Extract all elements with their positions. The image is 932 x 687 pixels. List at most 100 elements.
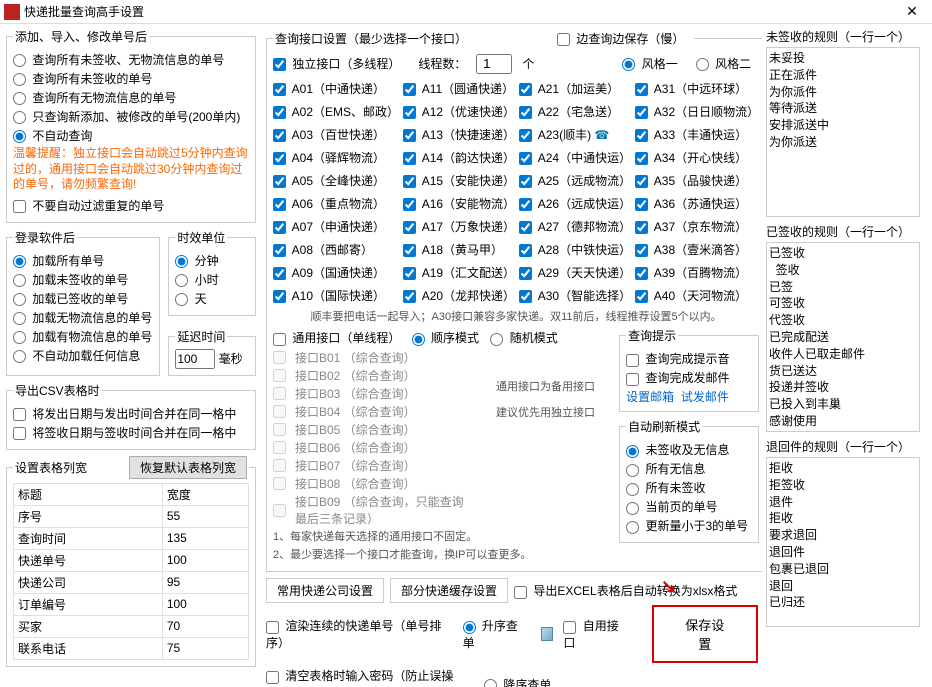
iface-a-30[interactable]: A28（中铁快运） xyxy=(519,241,631,258)
iface-a-18[interactable]: A25（远成物流） xyxy=(519,172,631,189)
time-unit-opt-0[interactable]: 分钟 xyxy=(175,252,249,269)
iface-b-0[interactable]: 接口B01 （综合查询） xyxy=(273,349,468,366)
iface-a-2[interactable]: A21（加运美） xyxy=(519,80,631,97)
export-csv-cb-1[interactable]: 将签收日期与签收时间合并在同一格中 xyxy=(13,424,249,441)
table-row[interactable]: 买家70 xyxy=(14,615,249,637)
after-login-opt-0[interactable]: 加载所有单号 xyxy=(13,252,153,269)
reset-widths-button[interactable]: 恢复默认表格列宽 xyxy=(129,456,247,479)
set-mail-link[interactable]: 设置邮箱 xyxy=(626,390,674,404)
table-row[interactable]: 快递公司95 xyxy=(14,571,249,593)
iface-a-21[interactable]: A16（安能物流） xyxy=(403,195,515,212)
iface-a-3[interactable]: A31（中远环球） xyxy=(635,80,759,97)
refresh-opt-0[interactable]: 未签收及无信息 xyxy=(626,441,752,458)
iface-a-6[interactable]: A22（宅急送） xyxy=(519,103,631,120)
iface-a-38[interactable]: A30（智能选择） xyxy=(519,287,631,304)
iface-a-12[interactable]: A04（驿辉物流） xyxy=(273,149,399,166)
desc-radio[interactable]: 降序查单 xyxy=(484,676,551,687)
refresh-opt-4[interactable]: 更新量小于3的单号 xyxy=(626,517,752,534)
iface-b-1[interactable]: 接口B02 （综合查询） xyxy=(273,367,468,384)
iface-a-32[interactable]: A09（国通快递） xyxy=(273,264,399,281)
iface-a-27[interactable]: A37（京东物流） xyxy=(635,218,759,235)
time-unit-opt-1[interactable]: 小时 xyxy=(175,271,249,288)
tab-cache-settings[interactable]: 部分快递缓存设置 xyxy=(390,578,508,603)
table-row[interactable]: 订单编号100 xyxy=(14,593,249,615)
iface-a-39[interactable]: A40（天河物流） xyxy=(635,287,759,304)
iface-a-0[interactable]: A01（中通快递） xyxy=(273,80,399,97)
iface-b-7[interactable]: 接口B08 （综合查询） xyxy=(273,475,468,492)
unsigned-rules-input[interactable] xyxy=(766,47,920,217)
iface-b-2[interactable]: 接口B03 （综合查询） xyxy=(273,385,468,402)
iface-a-24[interactable]: A07（申通快递） xyxy=(273,218,399,235)
no-dedup-checkbox[interactable]: 不要自动过滤重复的单号 xyxy=(13,197,249,214)
iface-a-9[interactable]: A13（快捷速递） xyxy=(403,126,515,143)
tip-mail-checkbox[interactable]: 查询完成发邮件 xyxy=(626,369,752,386)
random-mode-radio[interactable]: 随机模式 xyxy=(490,329,557,346)
tip-sound-checkbox[interactable]: 查询完成提示音 xyxy=(626,350,752,367)
iface-a-25[interactable]: A17（万象快递） xyxy=(403,218,515,235)
after-login-opt-4[interactable]: 加载有物流信息的单号 xyxy=(13,328,153,345)
signed-rules-input[interactable] xyxy=(766,242,920,432)
iface-a-4[interactable]: A02（EMS、邮政） xyxy=(273,103,399,120)
after-login-opt-5[interactable]: 不自动加载任何信息 xyxy=(13,347,153,364)
iface-a-22[interactable]: A26（远成快运） xyxy=(519,195,631,212)
refresh-opt-2[interactable]: 所有未签收 xyxy=(626,479,752,496)
iface-b-4[interactable]: 接口B05 （综合查询） xyxy=(273,421,468,438)
after-add-opt-4[interactable]: 不自动查询 xyxy=(13,127,249,144)
iface-a-26[interactable]: A27（德邦物流） xyxy=(519,218,631,235)
iface-a-37[interactable]: A20（龙邦快递） xyxy=(403,287,515,304)
iface-a-29[interactable]: A18（黄马甲） xyxy=(403,241,515,258)
iface-a-10[interactable]: A23(顺丰) ☎ xyxy=(519,126,631,143)
iface-a-8[interactable]: A03（百世快递） xyxy=(273,126,399,143)
iface-a-5[interactable]: A12（优速快递） xyxy=(403,103,515,120)
close-icon[interactable]: ✕ xyxy=(896,3,928,20)
export-xlsx-checkbox[interactable]: 导出EXCEL表格后自动转换为xlsx格式 xyxy=(514,582,737,599)
clear-pwd-checkbox[interactable]: 清空表格时输入密码（防止误操作） xyxy=(266,667,466,687)
style2-radio[interactable]: 风格二 xyxy=(696,55,751,72)
generic-iface-checkbox[interactable]: 通用接口（单线程） xyxy=(273,329,400,346)
asc-radio[interactable]: 升序查单 xyxy=(463,617,523,651)
delay-input[interactable] xyxy=(175,349,215,369)
save-button[interactable]: 保存设置 xyxy=(652,605,758,663)
threads-input[interactable] xyxy=(476,54,512,74)
after-login-opt-1[interactable]: 加载未签收的单号 xyxy=(13,271,153,288)
iface-a-1[interactable]: A11（圆通快递） xyxy=(403,80,515,97)
iface-a-14[interactable]: A24（中通快运） xyxy=(519,149,631,166)
iface-a-28[interactable]: A08（西邮寄） xyxy=(273,241,399,258)
test-mail-link[interactable]: 试发邮件 xyxy=(681,390,729,404)
iface-a-34[interactable]: A29（天天快递） xyxy=(519,264,631,281)
iface-a-19[interactable]: A35（品骏快递） xyxy=(635,172,759,189)
iface-a-13[interactable]: A14（韵达快递） xyxy=(403,149,515,166)
iface-b-6[interactable]: 接口B07 （综合查询） xyxy=(273,457,468,474)
indep-iface-checkbox[interactable]: 独立接口（多线程） xyxy=(273,55,400,72)
time-unit-opt-2[interactable]: 天 xyxy=(175,290,249,307)
iface-a-36[interactable]: A10（国际快递） xyxy=(273,287,399,304)
iface-a-33[interactable]: A19（汇文配送） xyxy=(403,264,515,281)
return-rules-input[interactable] xyxy=(766,457,920,627)
refresh-opt-1[interactable]: 所有无信息 xyxy=(626,460,752,477)
iface-a-20[interactable]: A06（重点物流） xyxy=(273,195,399,212)
table-row[interactable]: 序号55 xyxy=(14,505,249,527)
render-seq-checkbox[interactable]: 渲染连续的快递单号（单号排序） xyxy=(266,617,445,651)
table-row[interactable]: 查询时间135 xyxy=(14,527,249,549)
table-row[interactable]: 快递单号100 xyxy=(14,549,249,571)
iface-a-17[interactable]: A15（安能快递） xyxy=(403,172,515,189)
iface-b-8[interactable]: 接口B09 （综合查询，只能查询最后三条记录） xyxy=(273,493,468,527)
refresh-opt-3[interactable]: 当前页的单号 xyxy=(626,498,752,515)
after-login-opt-3[interactable]: 加载无物流信息的单号 xyxy=(13,309,153,326)
iface-a-11[interactable]: A33（丰通快运） xyxy=(635,126,759,143)
tab-common-carriers[interactable]: 常用快递公司设置 xyxy=(266,578,384,603)
table-row[interactable]: 联系电话75 xyxy=(14,637,249,659)
iface-a-15[interactable]: A34（开心快线） xyxy=(635,149,759,166)
iface-b-5[interactable]: 接口B06 （综合查询） xyxy=(273,439,468,456)
edge-save-checkbox[interactable]: 边查询边保存（慢） xyxy=(557,30,684,47)
order-mode-radio[interactable]: 顺序模式 xyxy=(412,329,479,346)
after-add-opt-1[interactable]: 查询所有未签收的单号 xyxy=(13,70,249,87)
iface-a-7[interactable]: A32（日日顺物流） xyxy=(635,103,759,120)
after-login-opt-2[interactable]: 加载已签收的单号 xyxy=(13,290,153,307)
style1-radio[interactable]: 风格一 xyxy=(622,55,677,72)
iface-a-16[interactable]: A05（全峰快递） xyxy=(273,172,399,189)
after-add-opt-3[interactable]: 只查询新添加、被修改的单号(200单内) xyxy=(13,108,249,125)
self-iface-checkbox[interactable]: 自用接口 xyxy=(563,617,623,651)
after-add-opt-0[interactable]: 查询所有未签收、无物流信息的单号 xyxy=(13,51,249,68)
iface-a-23[interactable]: A36（苏通快运） xyxy=(635,195,759,212)
